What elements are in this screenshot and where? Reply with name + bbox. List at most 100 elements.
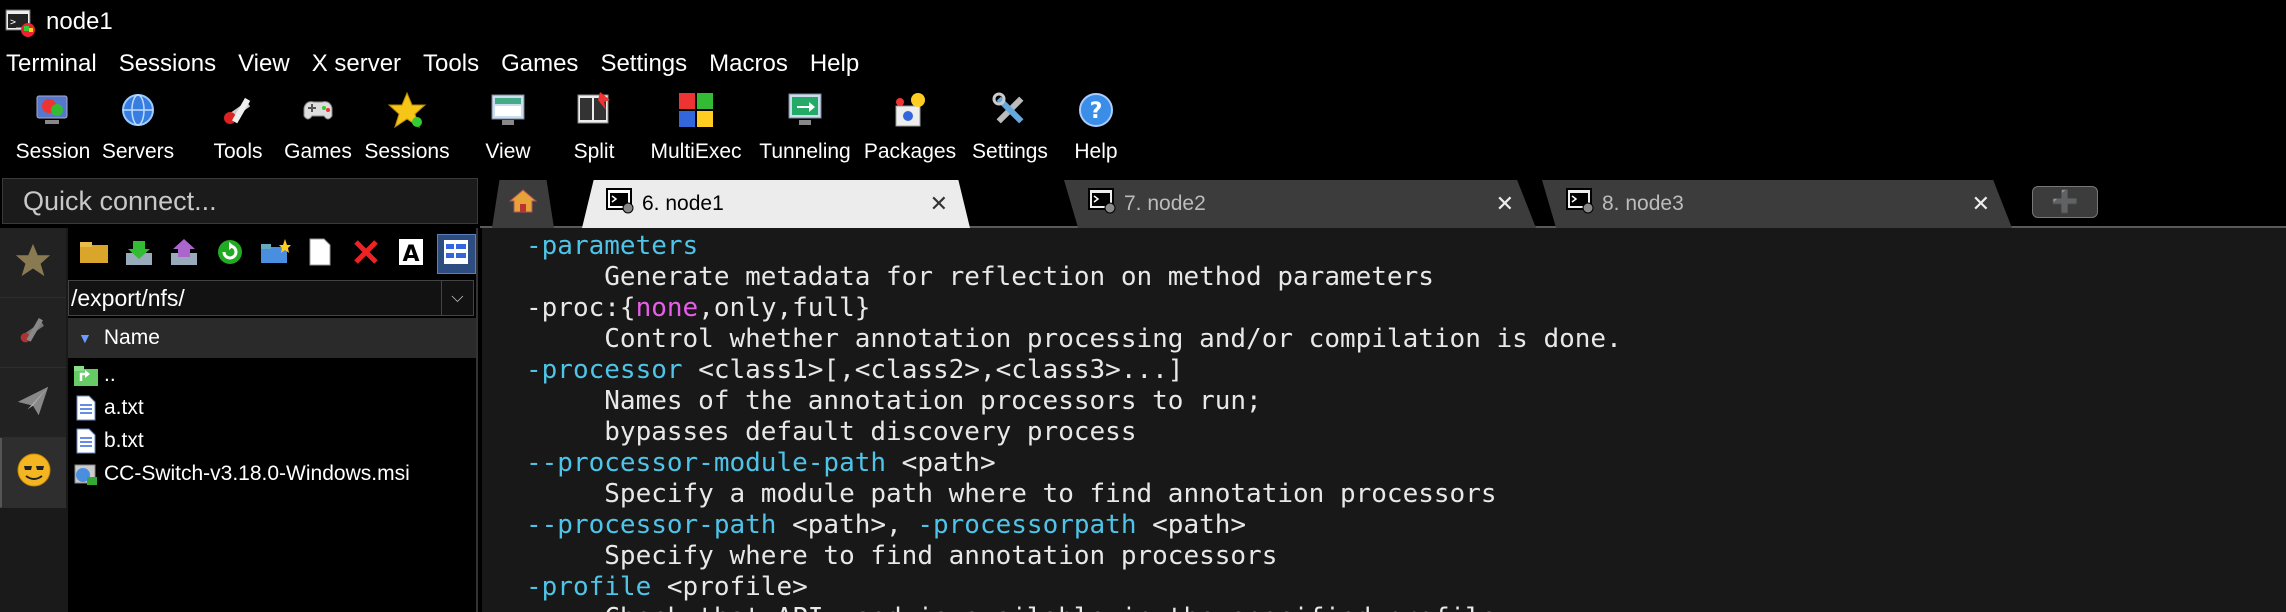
menu-bar: Terminal Sessions View X server Tools Ga… <box>0 44 2286 84</box>
tab-label: 7. node2 <box>1124 192 1206 215</box>
close-icon[interactable]: ✕ <box>1972 191 1990 217</box>
chevron-down-icon[interactable]: ⌵ <box>441 281 473 315</box>
menu-macros[interactable]: Macros <box>702 50 795 78</box>
list-item[interactable]: b.txt <box>68 424 476 457</box>
terminal-text: Names of the annotation processors to ru… <box>526 386 1262 416</box>
servers-button[interactable]: Servers <box>96 84 180 176</box>
sessions-label: Sessions <box>364 140 450 163</box>
file-name: a.txt <box>104 395 144 419</box>
terminal-text: <path>, <box>776 510 918 540</box>
terminal-text: <path> <box>1136 510 1247 540</box>
terminal-line: Specify a module path where to find anno… <box>526 479 2286 510</box>
quick-connect-input[interactable] <box>2 178 478 224</box>
upload-icon <box>168 237 200 272</box>
toggle-view-button[interactable] <box>436 234 476 274</box>
terminal-line: Control whether annotation processing an… <box>526 324 2286 355</box>
tools-icon <box>14 311 52 354</box>
parent-folder-icon <box>72 361 100 389</box>
new-tab-button[interactable]: ➕ <box>2032 186 2098 218</box>
games-button[interactable]: Games <box>284 84 352 176</box>
games-label: Games <box>284 140 352 163</box>
terminal-text: -parameters <box>526 231 699 261</box>
sidebar-tab-sftp[interactable] <box>0 438 66 508</box>
terminal-text: -processorpath <box>917 510 1137 540</box>
multiexec-button[interactable]: MultiExec <box>648 84 744 176</box>
new-file-button[interactable] <box>301 234 340 274</box>
tools-label: Tools <box>213 140 263 163</box>
list-item[interactable]: .. <box>68 358 476 391</box>
terminal-text: Generate metadata for reflection on meth… <box>526 262 1434 292</box>
terminal-line: Names of the annotation processors to ru… <box>526 386 2286 417</box>
terminal-tab-icon <box>606 188 634 220</box>
menu-tools[interactable]: Tools <box>416 50 486 78</box>
view-label: View <box>485 140 531 163</box>
title-bar: >_ node1 <box>0 0 2286 44</box>
file-list-header[interactable]: ▼ Name <box>68 318 476 358</box>
menu-games[interactable]: Games <box>494 50 585 78</box>
tunneling-button[interactable]: Tunneling <box>754 84 856 176</box>
sidebar-tabs <box>0 228 68 612</box>
menu-help[interactable]: Help <box>803 50 866 78</box>
tab-label: 8. node3 <box>1602 192 1684 215</box>
text-file-icon <box>72 427 100 455</box>
path-value[interactable]: /export/nfs/ <box>69 285 441 312</box>
menu-terminal[interactable]: Terminal <box>0 50 104 78</box>
sessions-button[interactable]: Sessions <box>364 84 450 176</box>
terminal-text: Specify where to find annotation process… <box>526 541 1278 571</box>
download-icon <box>123 237 155 272</box>
tab-node1[interactable]: 6. node1 ✕ <box>582 180 970 228</box>
new-folder-button[interactable] <box>255 234 294 274</box>
blank-file-icon <box>307 237 333 272</box>
settings-label: Settings <box>972 140 1048 163</box>
sidebar-tab-sessions[interactable] <box>0 228 66 298</box>
split-icon <box>572 88 616 132</box>
rename-button[interactable]: A <box>391 234 430 274</box>
tab-home[interactable] <box>492 180 554 228</box>
open-folder-button[interactable] <box>74 234 113 274</box>
sftp-toolbar: A <box>68 228 476 280</box>
close-icon[interactable]: ✕ <box>930 191 948 217</box>
svg-text:>_: >_ <box>10 17 23 28</box>
sidebar-tab-tools[interactable] <box>0 298 66 368</box>
settings-button[interactable]: Settings <box>968 84 1052 176</box>
terminal-text: Control whether annotation processing an… <box>526 324 1622 354</box>
terminal-output[interactable]: -parameters Generate metadata for reflec… <box>482 228 2286 612</box>
menu-settings[interactable]: Settings <box>593 50 694 78</box>
tab-node3[interactable]: 8. node3 ✕ <box>1542 180 2012 228</box>
session-button[interactable]: Session <box>10 84 96 176</box>
split-label: Split <box>573 140 615 163</box>
upload-button[interactable] <box>165 234 204 274</box>
text-a-icon: A <box>397 237 425 272</box>
window-title: node1 <box>46 8 113 35</box>
tab-label: 6. node1 <box>642 192 724 215</box>
plus-icon: ➕ <box>2051 189 2079 214</box>
refresh-button[interactable] <box>210 234 249 274</box>
servers-icon <box>116 88 160 132</box>
msi-installer-icon <box>72 460 100 488</box>
download-button[interactable] <box>119 234 158 274</box>
packages-button[interactable]: Packages <box>862 84 958 176</box>
view-button[interactable]: View <box>478 84 538 176</box>
settings-icon <box>988 88 1032 132</box>
sidebar-tab-macros[interactable] <box>0 368 66 438</box>
menu-view[interactable]: View <box>231 50 297 78</box>
new-folder-icon <box>259 237 291 272</box>
delete-button[interactable] <box>346 234 385 274</box>
terminal-text: none <box>635 293 699 323</box>
path-selector[interactable]: /export/nfs/ ⌵ <box>68 280 474 316</box>
sftp-panel: A /export/nfs/ ⌵ ▼ Name .. a.txt b.txt C… <box>68 228 478 612</box>
split-button[interactable]: Split <box>564 84 624 176</box>
close-icon[interactable]: ✕ <box>1496 191 1514 217</box>
list-item[interactable]: CC-Switch-v3.18.0-Windows.msi <box>68 457 476 490</box>
menu-sessions[interactable]: Sessions <box>112 50 223 78</box>
terminal-text: <path> <box>886 448 996 478</box>
sort-desc-icon: ▼ <box>78 330 92 346</box>
tools-button[interactable]: Tools <box>208 84 268 176</box>
help-button[interactable]: ? Help <box>1066 84 1126 176</box>
menu-x-server[interactable]: X server <box>305 50 408 78</box>
multiexec-icon <box>674 88 718 132</box>
terminal-text: -proc:{ <box>526 293 636 323</box>
list-item[interactable]: a.txt <box>68 391 476 424</box>
tab-node2[interactable]: 7. node2 ✕ <box>1064 180 1536 228</box>
sftp-smiley-icon <box>14 450 54 495</box>
